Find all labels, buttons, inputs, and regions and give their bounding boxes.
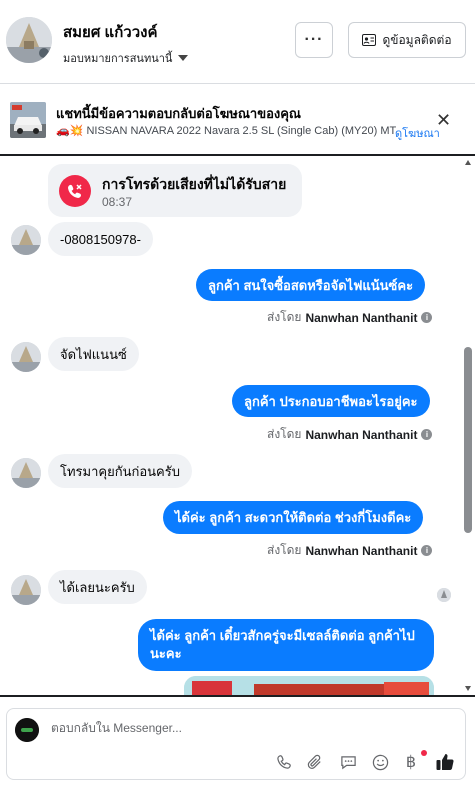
thread-scrollbar[interactable] bbox=[463, 160, 473, 692]
seen-avatar bbox=[437, 588, 451, 602]
ad-reply-banner: แชทนี้มีข้อความตอบกลับต่อโฆษณาของคุณ 🚗💥 … bbox=[0, 85, 475, 156]
sent-by-prefix: ส่งโดย bbox=[267, 310, 302, 324]
sent-by-prefix: ส่งโดย bbox=[267, 427, 302, 441]
incoming-message[interactable]: โทรมาคุยกันก่อนครับ bbox=[48, 454, 192, 488]
ad-description: 🚗💥 NISSAN NAVARA 2022 Navara 2.5 SL (Sin… bbox=[56, 125, 396, 137]
more-options-button[interactable]: ··· bbox=[295, 22, 333, 58]
saved-reply-icon[interactable] bbox=[338, 752, 358, 772]
divider bbox=[0, 695, 475, 697]
close-icon[interactable]: ✕ bbox=[436, 110, 451, 131]
emoji-icon[interactable] bbox=[370, 752, 390, 772]
assign-conversation-dropdown[interactable]: มอบหมายการสนทนานี้ bbox=[63, 49, 189, 67]
avatar[interactable] bbox=[6, 17, 52, 63]
view-contact-label: ดูข้อมูลติดต่อ bbox=[382, 32, 452, 47]
avatar[interactable] bbox=[11, 458, 41, 488]
contact-card-icon bbox=[362, 34, 377, 46]
scroll-down-icon[interactable] bbox=[465, 686, 471, 691]
notification-dot bbox=[421, 750, 427, 756]
missed-call-time: 08:37 bbox=[102, 195, 133, 209]
view-ad-link[interactable]: ดูโฆษณา bbox=[395, 124, 440, 142]
missed-call-icon bbox=[59, 175, 91, 207]
conversation-header: สมยศ แก้ววงค์ มอบหมายการสนทนานี้ ··· ดูข… bbox=[0, 0, 475, 84]
info-icon[interactable]: i bbox=[421, 545, 433, 556]
avatar[interactable] bbox=[11, 575, 41, 605]
missed-call-title: การโทรด้วยเสียงที่ไม่ได้รับสาย bbox=[102, 176, 287, 192]
avatar[interactable] bbox=[11, 342, 41, 372]
scrollbar-thumb[interactable] bbox=[464, 347, 472, 533]
sent-by-name: Nanwhan Nanthanit bbox=[305, 310, 418, 325]
incoming-message[interactable]: -0808150978- bbox=[48, 222, 153, 256]
caret-down-icon bbox=[178, 55, 189, 61]
reply-input[interactable] bbox=[51, 721, 431, 735]
sent-by-line: ส่งโดย Nanwhan Nanthanit i bbox=[267, 425, 433, 444]
outgoing-message[interactable]: ได้ค่ะ ลูกค้า สะดวกให้ติดต่อ ช่วงกี่โมงด… bbox=[163, 501, 424, 534]
paperclip-icon[interactable] bbox=[305, 752, 325, 772]
info-icon[interactable]: i bbox=[421, 429, 433, 440]
baht-icon[interactable]: ฿ bbox=[401, 752, 421, 772]
incoming-message[interactable]: ได้เลยนะครับ bbox=[48, 570, 147, 604]
ad-thumbnail[interactable] bbox=[10, 102, 46, 138]
message-thread[interactable]: การโทรด้วยเสียงที่ไม่ได้รับสาย 08:37 -08… bbox=[0, 157, 475, 695]
missed-call-card[interactable]: การโทรด้วยเสียงที่ไม่ได้รับสาย 08:37 bbox=[48, 164, 302, 217]
sent-by-name: Nanwhan Nanthanit bbox=[305, 543, 418, 558]
image-attachment[interactable] bbox=[184, 676, 434, 695]
outgoing-message[interactable]: ลูกค้า สนใจซื้อสดหรือจัดไฟแน้นซ์คะ bbox=[196, 269, 426, 301]
reply-composer: ฿ bbox=[6, 708, 466, 780]
assign-label: มอบหมายการสนทนานี้ bbox=[63, 53, 173, 65]
outgoing-message[interactable]: ได้ค่ะ ลูกค้า เดี๋ยวสักครู่จะมีเซลล์ติดต… bbox=[138, 619, 434, 671]
thumbs-up-icon[interactable] bbox=[435, 752, 455, 772]
scroll-up-icon[interactable] bbox=[465, 160, 471, 165]
sent-by-line: ส่งโดย Nanwhan Nanthanit i bbox=[267, 541, 433, 560]
sent-by-line: ส่งโดย Nanwhan Nanthanit i bbox=[267, 308, 433, 327]
info-icon[interactable]: i bbox=[421, 312, 433, 323]
page-avatar bbox=[15, 718, 39, 742]
view-contact-button[interactable]: ดูข้อมูลติดต่อ bbox=[348, 22, 466, 58]
incoming-message[interactable]: จัดไฟแนนซ์ bbox=[48, 337, 139, 371]
contact-name: สมยศ แก้ววงค์ bbox=[63, 24, 158, 41]
ad-banner-title: แชทนี้มีข้อความตอบกลับต่อโฆษณาของคุณ bbox=[56, 106, 301, 121]
avatar[interactable] bbox=[11, 225, 41, 255]
sent-by-prefix: ส่งโดย bbox=[267, 543, 302, 557]
phone-icon[interactable] bbox=[274, 752, 294, 772]
sent-by-name: Nanwhan Nanthanit bbox=[305, 427, 418, 442]
outgoing-message[interactable]: ลูกค้า ประกอบอาชีพอะไรอยู่คะ bbox=[232, 385, 430, 417]
